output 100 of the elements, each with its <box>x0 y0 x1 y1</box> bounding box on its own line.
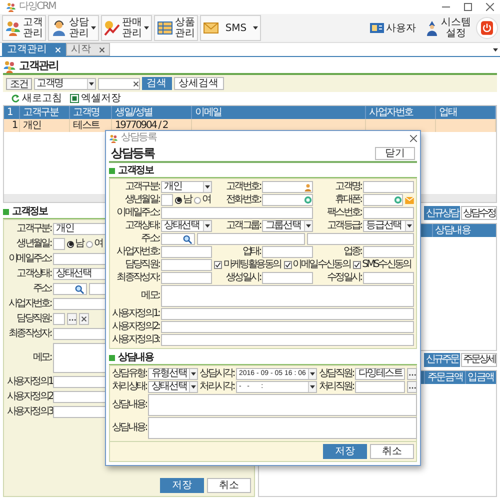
text-field[interactable] <box>197 233 305 245</box>
maximize-icon[interactable] <box>464 3 472 11</box>
text-field[interactable] <box>363 272 414 284</box>
text-field[interactable] <box>262 181 314 193</box>
radio-button[interactable] <box>194 196 201 204</box>
toolbar-button[interactable]: 고객관리 <box>2 15 46 41</box>
column-header[interactable]: 입금액 <box>464 370 496 384</box>
secondary-button[interactable]: 취소 <box>370 444 414 459</box>
field-label: 사용자정의3: <box>7 406 51 418</box>
memo-field[interactable] <box>161 285 414 307</box>
sync-icon[interactable] <box>304 196 312 204</box>
caret-icon <box>310 372 315 376</box>
field-label: 사용자정의2: <box>7 391 51 403</box>
checkbox[interactable] <box>353 261 362 269</box>
primary-button[interactable]: 저장 <box>160 478 204 493</box>
envelope-icon[interactable] <box>405 196 414 204</box>
date-field[interactable] <box>161 194 174 206</box>
close-icon[interactable] <box>81 316 87 322</box>
clear-button[interactable] <box>79 313 89 325</box>
secondary-button[interactable]: 주문상세 <box>461 352 497 366</box>
close-button[interactable]: 닫기 <box>375 146 415 160</box>
field-label: 고객구분: <box>16 223 51 235</box>
memo-field[interactable] <box>148 394 418 416</box>
radio-button[interactable] <box>67 240 74 248</box>
primary-button[interactable]: 검색 <box>142 77 172 90</box>
text-field[interactable] <box>161 308 414 320</box>
field-label: 주소: <box>140 233 160 245</box>
close-icon[interactable] <box>486 3 494 11</box>
toolbar-button[interactable]: 사용자 <box>366 19 419 37</box>
people-icon <box>6 2 16 12</box>
close-icon[interactable] <box>99 46 105 52</box>
search-icon[interactable] <box>183 234 192 244</box>
secondary-button[interactable]: 상담수정 <box>461 206 497 220</box>
text-field[interactable] <box>53 313 65 325</box>
field-label: 이메일주소: <box>7 253 51 265</box>
text-field[interactable] <box>161 246 212 258</box>
dropdown[interactable]: 유형선택 <box>148 368 198 380</box>
search-field[interactable] <box>98 78 140 90</box>
dropdown[interactable]: 그룹선택 <box>262 220 314 232</box>
ellipsis-icon <box>408 386 416 388</box>
field-label: 상담시각: <box>200 368 234 380</box>
text-field[interactable]: 다잉테스트 <box>355 368 406 380</box>
browse-button[interactable] <box>407 381 418 393</box>
text-field[interactable] <box>262 272 314 284</box>
text-field[interactable] <box>161 272 212 284</box>
text-field[interactable] <box>363 181 414 193</box>
clear-icon[interactable] <box>132 80 139 86</box>
secondary-button[interactable]: 취소 <box>207 478 251 493</box>
browse-button[interactable] <box>407 368 418 380</box>
zip-field[interactable] <box>161 233 196 245</box>
text-field[interactable] <box>355 381 406 393</box>
field-label: 팩스번호: <box>326 207 362 219</box>
toolbar-button[interactable]: 상품관리 <box>154 15 198 41</box>
text-field[interactable] <box>262 246 314 258</box>
zip-field[interactable] <box>53 283 87 295</box>
primary-button[interactable]: 신규상담 <box>424 206 460 220</box>
dropdown[interactable]: 상태선택 <box>148 381 198 393</box>
toolbar-button[interactable]: 새로고침 <box>11 92 62 104</box>
toolbar-button[interactable]: 상담관리 <box>48 15 99 41</box>
dropdown[interactable]: 고객명 <box>34 78 96 90</box>
text-field[interactable] <box>161 259 212 271</box>
text-field[interactable] <box>161 321 414 333</box>
power-button[interactable] <box>476 17 498 39</box>
text-field[interactable] <box>262 194 314 206</box>
date-field[interactable] <box>53 238 65 250</box>
field-label: 주소: <box>32 283 51 295</box>
text-field[interactable] <box>363 194 403 206</box>
toolbar-button[interactable]: 시스템설정 <box>421 16 474 40</box>
close-button[interactable] <box>410 134 417 142</box>
chart-arrow-icon <box>104 20 120 36</box>
text-field[interactable] <box>306 233 414 245</box>
table-row[interactable]: 1 개인 테스트 19770904 / 2 <box>4 119 496 132</box>
tab[interactable]: 고객관리 <box>2 43 66 56</box>
column-header[interactable]: 상담내용 <box>432 224 496 237</box>
checkbox[interactable] <box>214 261 222 269</box>
column-header[interactable]: 주문금액 <box>424 370 465 384</box>
search-icon[interactable] <box>75 284 84 294</box>
text-field[interactable] <box>363 246 414 258</box>
primary-button[interactable]: 저장 <box>323 444 367 459</box>
memo-field[interactable] <box>148 417 418 439</box>
dropdown[interactable]: 개인 <box>161 181 212 193</box>
toolbar-button[interactable]: 엑셀저장 <box>70 92 121 104</box>
secondary-button[interactable]: 상세검색 <box>174 77 224 90</box>
toolbar-button[interactable]: 판매관리 <box>101 15 152 41</box>
browse-button[interactable] <box>67 313 77 325</box>
checkbox[interactable] <box>284 261 292 269</box>
dropdown[interactable]: 등급선택 <box>363 220 414 232</box>
radio-button[interactable] <box>175 196 182 204</box>
sync-icon[interactable] <box>394 196 402 204</box>
text-field[interactable] <box>161 334 414 346</box>
text-field[interactable] <box>161 207 314 219</box>
dropdown[interactable]: 상태선택 <box>161 220 212 232</box>
checkbox-label: SMS수신동의 <box>362 259 411 271</box>
power-icon <box>481 21 493 35</box>
text-field[interactable] <box>363 207 414 219</box>
radio-button[interactable] <box>86 240 93 248</box>
person-icon[interactable] <box>304 182 312 192</box>
primary-button[interactable]: 신규주문 <box>424 352 460 366</box>
tab[interactable]: 시작 <box>66 43 110 56</box>
toolbar-button[interactable]: SMS <box>200 15 261 41</box>
